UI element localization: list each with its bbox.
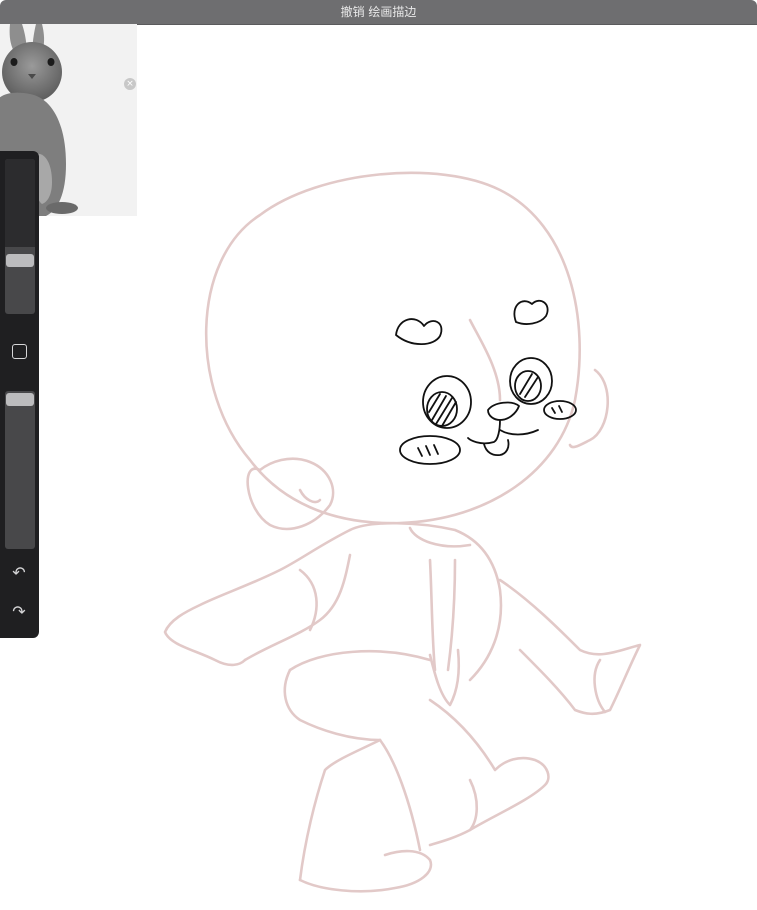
nose [487,401,520,421]
tool-sidebar: ↶ ↷ [0,151,39,638]
close-reference-icon[interactable]: × [124,78,136,90]
brush-size-slider[interactable] [5,159,35,314]
brush-size-thumb[interactable] [6,254,34,267]
redo-arrow-icon[interactable]: ↷ [7,600,31,624]
opacity-slider[interactable] [5,391,35,549]
opacity-thumb[interactable] [6,393,34,406]
square-modify-icon[interactable] [7,340,31,364]
sketch-layer [163,171,642,893]
right-heart [513,299,549,325]
ink-layer [395,299,577,465]
undo-arrow-icon[interactable]: ↶ [7,561,31,585]
left-heart [395,318,443,346]
